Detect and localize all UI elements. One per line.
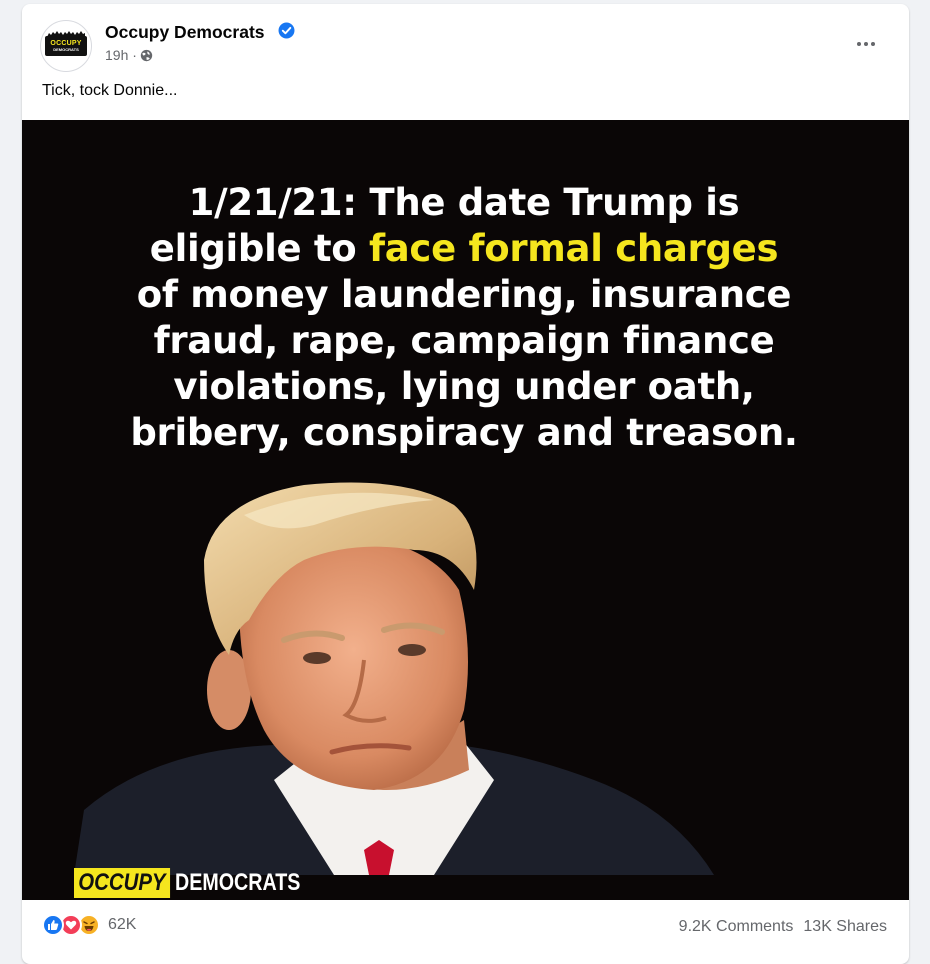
headline-line-1: 1/21/21: The date Trump is	[188, 181, 740, 224]
post-caption: Tick, tock Donnie...	[42, 82, 178, 99]
post-timestamp[interactable]: 19h ·	[105, 47, 137, 63]
brand-occupy-text: OCCUPY	[74, 867, 170, 898]
like-icon	[42, 914, 64, 936]
headline-line-6: bribery, conspiracy and treason.	[130, 411, 798, 454]
engagement-counts: 9.2K Comments 13K Shares	[679, 918, 887, 936]
more-options-icon[interactable]	[853, 34, 879, 54]
reaction-summary[interactable]: 62K	[42, 914, 136, 936]
post-header: OCCUPY DEMOCRATS Occupy Democrats 19h ·	[22, 4, 909, 76]
headline-line-2: eligible to face formal charges	[74, 226, 854, 272]
headline-line-3: of money laundering, insurance	[136, 273, 792, 316]
shares-count-link[interactable]: 13K Shares	[803, 918, 887, 936]
post-meta: 19h ·	[105, 47, 153, 63]
avatar-logo: OCCUPY DEMOCRATS	[45, 31, 87, 56]
image-headline: 1/21/21: The date Trump is eligible to f…	[74, 180, 854, 456]
post-image[interactable]: 1/21/21: The date Trump is eligible to f…	[22, 120, 909, 900]
portrait-photo	[74, 482, 714, 875]
avatar-text-bottom: DEMOCRATS	[53, 47, 79, 52]
avatar-text-top: OCCUPY	[50, 40, 82, 47]
brand-watermark: OCCUPY DEMOCRATS	[74, 865, 328, 900]
post-footer: 62K 9.2K Comments 13K Shares	[22, 900, 909, 950]
headline-highlight: face formal charges	[368, 227, 779, 270]
reaction-count: 62K	[108, 916, 137, 933]
headline-line-4: fraud, rape, campaign finance	[153, 319, 775, 362]
avatar-crowd-graphic	[47, 31, 85, 37]
brand-democrats-text: DEMOCRATS	[174, 868, 301, 896]
post-card: OCCUPY DEMOCRATS Occupy Democrats 19h · …	[22, 4, 909, 964]
page-name-link[interactable]: Occupy Democrats	[105, 22, 265, 43]
comments-count-link[interactable]: 9.2K Comments	[679, 918, 794, 936]
globe-icon	[140, 49, 153, 61]
verified-badge-icon	[278, 22, 295, 39]
page-avatar[interactable]: OCCUPY DEMOCRATS	[40, 20, 92, 72]
headline-line-2-prefix: eligible to	[149, 227, 369, 270]
headline-line-5: violations, lying under oath,	[173, 365, 755, 408]
